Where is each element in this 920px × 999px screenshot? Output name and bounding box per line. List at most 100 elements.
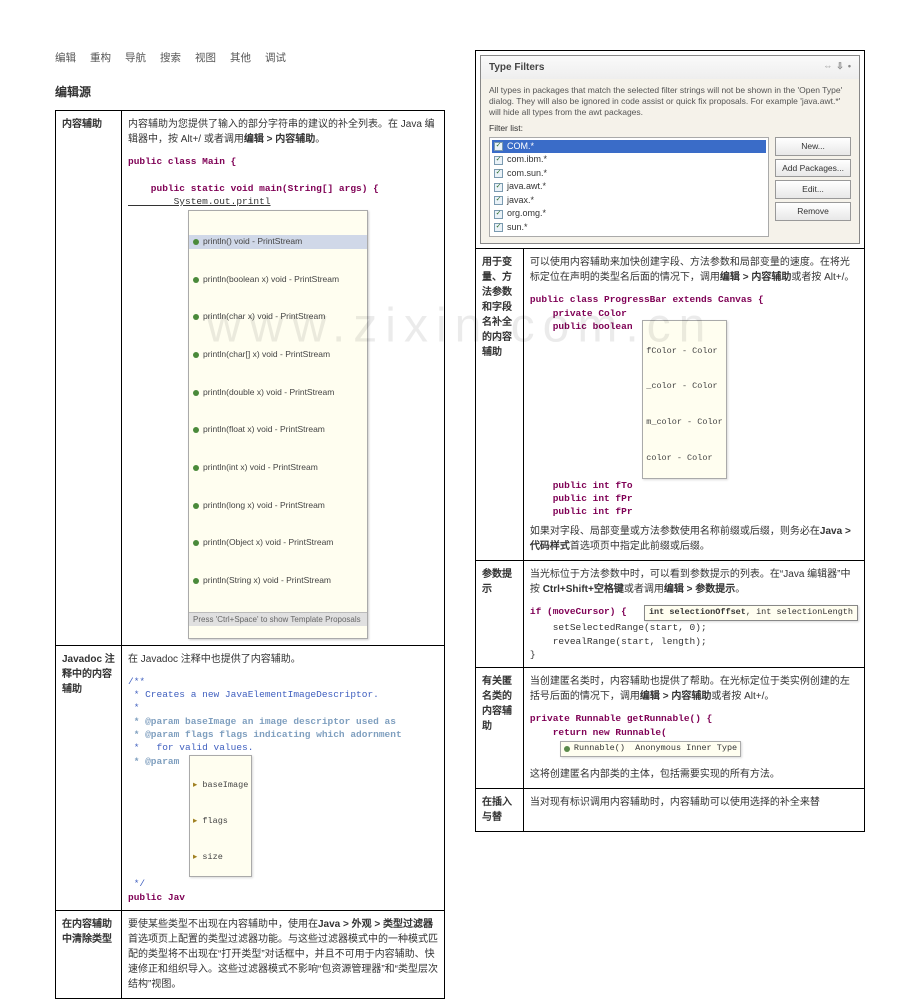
method-icon xyxy=(193,540,199,546)
list-item[interactable]: sun.* xyxy=(507,221,528,235)
rr1-desc: 可以使用内容辅助来加快创建字段、方法参数和局部变量的速度。在将光标定位在声明的类… xyxy=(523,249,864,561)
assist-item[interactable]: println() void - PrintStream xyxy=(203,236,302,248)
method-icon xyxy=(193,465,199,471)
left-column: 编辑 重构 导航 搜索 视图 其他 调试 编辑源 内容辅助 内容辅助为您提供了输… xyxy=(55,50,445,999)
row2-desc: 在 Javadoc 注释中也提供了内容辅助。 /** * Creates a n… xyxy=(122,645,445,910)
list-item[interactable]: org.omg.* xyxy=(507,207,546,221)
list-item[interactable]: COM.* xyxy=(507,140,534,154)
jc1: /** xyxy=(128,676,145,687)
method-icon xyxy=(193,427,199,433)
tab-edit[interactable]: 编辑 xyxy=(55,50,76,65)
jc3: * xyxy=(128,702,139,713)
param-tooltip: int selectionOffset, int selectionLength xyxy=(644,605,858,621)
assist-item[interactable]: println(double x) void - PrintStream xyxy=(203,387,334,399)
pc3: revealRange(start, length); xyxy=(530,636,707,647)
checkbox-icon[interactable]: ✓ xyxy=(494,196,503,205)
jc4: * @param baseImage an image descriptor u… xyxy=(128,716,396,727)
add-packages-button[interactable]: Add Packages... xyxy=(775,159,851,178)
rc2: private Color xyxy=(530,308,633,319)
assist-item[interactable]: println(String x) void - PrintStream xyxy=(203,575,331,587)
assist-item[interactable]: ▸ flags xyxy=(193,816,248,828)
rr2-t3: 。 xyxy=(735,584,745,595)
rc1: public class ProgressBar extends Canvas … xyxy=(530,294,764,305)
row3-desc: 要使某些类型不出现在内容辅助中，使用在Java > 外观 > 类型过滤器首选项页… xyxy=(122,911,445,999)
tab-other[interactable]: 其他 xyxy=(230,50,251,65)
checkbox-icon[interactable]: ✓ xyxy=(494,210,503,219)
checkbox-icon[interactable]: ✓ xyxy=(494,156,503,165)
assist-popup[interactable]: println() void - PrintStream println(boo… xyxy=(188,210,368,639)
param-assist[interactable]: ▸ baseImage ▸ flags ▸ size xyxy=(189,755,252,878)
assist-item[interactable]: ▸ baseImage xyxy=(193,780,248,792)
rr2-desc: 当光标位于方法参数中时，可以看到参数提示的列表。在“Java 编辑器”中按 Ct… xyxy=(523,561,864,668)
assist-item[interactable]: m_color - Color xyxy=(646,417,723,429)
rr1-tail1: 如果对字段、局部变量或方法参数使用名称前缀或后缀，则务必在 xyxy=(530,526,820,537)
row2-text: 在 Javadoc 注释中也提供了内容辅助。 xyxy=(128,654,301,665)
type-filters-dialog: Type Filters ⇔ ⇩ • All types in packages… xyxy=(480,55,860,244)
list-item[interactable]: com.ibm.* xyxy=(507,153,547,167)
assist-item[interactable]: fColor - Color xyxy=(646,346,723,358)
class-icon xyxy=(564,746,570,752)
rr1-tail: 如果对字段、局部变量或方法参数使用名称前缀或后缀，则务必在Java > 代码样式… xyxy=(530,524,858,554)
jc6: * for valid values. xyxy=(128,742,253,753)
c3: System.out.printl xyxy=(128,196,271,207)
filter-list[interactable]: ✓ COM.* ✓ com.ibm.* ✓ com.sun.* ✓ java.awt.*… xyxy=(489,137,769,238)
c2: public static void main(String[] args) { xyxy=(128,183,379,194)
list-item[interactable]: java.awt.* xyxy=(507,180,546,194)
remove-button[interactable]: Remove xyxy=(775,202,851,221)
rc5: public int fPr xyxy=(530,493,633,504)
rr4-desc: 当对现有标识调用内容辅助时，内容辅助可以使用选择的补全来替 xyxy=(523,788,864,831)
row2-code: /** * Creates a new JavaElementImageDesc… xyxy=(128,675,438,904)
assist-item[interactable]: _color - Color xyxy=(646,381,723,393)
tab-search[interactable]: 搜索 xyxy=(160,50,181,65)
assist-item[interactable]: println(char x) void - PrintStream xyxy=(203,311,325,323)
forward-icon[interactable]: ⇩ xyxy=(836,60,844,75)
row3-menu: Java > 外观 > 类型过滤器 xyxy=(318,919,433,930)
assist-item[interactable]: println(int x) void - PrintStream xyxy=(203,462,318,474)
pc1: if (moveCursor) { xyxy=(530,606,627,617)
jc2: * Creates a new JavaElementImageDescript… xyxy=(128,689,379,700)
ac2: return new Runnable( xyxy=(530,727,667,738)
tab-debug[interactable]: 调试 xyxy=(265,50,286,65)
assist-item[interactable]: ▸ size xyxy=(193,852,248,864)
checkbox-icon[interactable]: ✓ xyxy=(494,142,503,151)
rr1-t2: 或者按 Alt+/。 xyxy=(791,272,854,283)
assist-item[interactable]: println(Object x) void - PrintStream xyxy=(203,537,333,549)
jc5: * @param flags flags indicating which ad… xyxy=(128,729,402,740)
checkbox-icon[interactable]: ✓ xyxy=(494,183,503,192)
rr3-t2: 或者按 Alt+/。 xyxy=(711,691,774,702)
rr4-label: 在插入与替 xyxy=(476,788,524,831)
dialog-title: Type Filters xyxy=(489,60,544,75)
assist-item[interactable]: println(long x) void - PrintStream xyxy=(203,500,325,512)
section-title: 编辑源 xyxy=(55,83,445,100)
assist-item[interactable]: Runnable() Anonymous Inner Type xyxy=(574,743,737,755)
list-item[interactable]: com.sun.* xyxy=(507,167,547,181)
edit-button[interactable]: Edit... xyxy=(775,180,851,199)
tabs: 编辑 重构 导航 搜索 视图 其他 调试 xyxy=(55,50,445,65)
tab-view[interactable]: 视图 xyxy=(195,50,216,65)
name-assist[interactable]: fColor - Color _color - Color m_color - … xyxy=(642,320,727,479)
rr1-code: public class ProgressBar extends Canvas … xyxy=(530,293,858,518)
assist-hint: Press 'Ctrl+Space' to show Template Prop… xyxy=(189,612,367,626)
method-icon xyxy=(193,277,199,283)
jc9: public Jav xyxy=(128,892,185,903)
assist-item[interactable]: println(boolean x) void - PrintStream xyxy=(203,274,339,286)
method-icon xyxy=(193,503,199,509)
c1: public class Main { xyxy=(128,156,236,167)
tab-refactor[interactable]: 重构 xyxy=(90,50,111,65)
rr2-keys: Ctrl+Shift+空格键 xyxy=(543,584,624,595)
row3-t2: 首选项页上配置的类型过滤器功能。与这些过滤器模式中的一种模式匹配的类型将不出现在… xyxy=(128,934,438,990)
rr3-code: private Runnable getRunnable() { return … xyxy=(530,712,858,756)
menu-icon[interactable]: • xyxy=(848,60,851,75)
assist-item[interactable]: color - Color xyxy=(646,453,723,465)
checkbox-icon[interactable]: ✓ xyxy=(494,169,503,178)
assist-item[interactable]: println(char[] x) void - PrintStream xyxy=(203,349,330,361)
back-icon[interactable]: ⇔ xyxy=(823,60,832,75)
assist-item[interactable]: println(float x) void - PrintStream xyxy=(203,424,325,436)
list-item[interactable]: javax.* xyxy=(507,194,534,208)
rr1-menu: 编辑 > 内容辅助 xyxy=(720,272,791,283)
rr2-menu: 编辑 > 参数提示 xyxy=(664,584,735,595)
tab-navigate[interactable]: 导航 xyxy=(125,50,146,65)
anon-assist[interactable]: Runnable() Anonymous Inner Type xyxy=(560,741,741,757)
new-button[interactable]: New... xyxy=(775,137,851,156)
checkbox-icon[interactable]: ✓ xyxy=(494,223,503,232)
